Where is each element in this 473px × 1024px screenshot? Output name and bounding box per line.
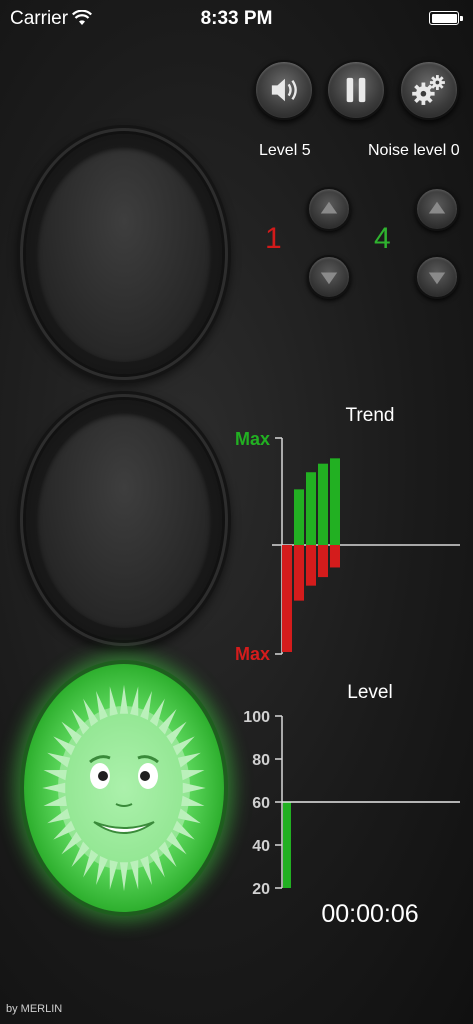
- credit-label: by MERLIN: [6, 1003, 63, 1015]
- trend-max-bottom-label: Max: [235, 644, 270, 664]
- level-tick-label: 80: [252, 752, 270, 769]
- trend-chart: Max Max: [235, 429, 460, 664]
- trend-positive-bar: [294, 489, 304, 545]
- arrow-down-icon: [428, 272, 446, 285]
- arrow-up-icon: [320, 201, 338, 214]
- trend-negative-bar: [294, 545, 304, 601]
- left-up-button[interactable]: [307, 187, 351, 231]
- battery-icon: [429, 11, 459, 25]
- smiley-face: [42, 684, 206, 892]
- trend-positive-bar: [318, 463, 328, 545]
- trend-positive-bar: [330, 458, 340, 545]
- noise-level-label: Noise level 0: [368, 142, 460, 159]
- trend-negative-bar: [306, 545, 316, 586]
- arrow-down-icon: [320, 272, 338, 285]
- clock: 8:33 PM: [200, 8, 273, 29]
- level-tick-label: 100: [243, 709, 270, 726]
- arrow-up-icon: [428, 201, 446, 214]
- trend-negative-bar: [330, 545, 340, 568]
- speaker-icon: [271, 78, 297, 102]
- right-counter: 4: [374, 222, 391, 255]
- level-label: Level 5: [259, 142, 311, 159]
- level-bar: [283, 802, 291, 888]
- level-tick-label: 60: [252, 795, 270, 812]
- pause-icon: [346, 77, 366, 103]
- right-up-button[interactable]: [415, 187, 459, 231]
- yellow-light: [26, 400, 222, 640]
- level-chart: 20 40 60 80 100: [243, 709, 460, 895]
- trend-negative-bar: [282, 545, 292, 652]
- level-tick-label: 40: [252, 838, 270, 855]
- gears-icon: [412, 75, 445, 105]
- red-light: [26, 134, 222, 374]
- right-down-button[interactable]: [415, 255, 459, 299]
- green-light: [24, 664, 224, 912]
- left-counter: 1: [265, 222, 282, 255]
- pause-button[interactable]: [326, 60, 386, 120]
- sound-button[interactable]: [254, 60, 314, 120]
- settings-button[interactable]: [399, 60, 459, 120]
- left-down-button[interactable]: [307, 255, 351, 299]
- battery-tip: [460, 16, 463, 21]
- status-bar: Carrier 8:33 PM: [0, 0, 473, 40]
- elapsed-timer: 00:00:06: [321, 900, 419, 928]
- trend-max-top-label: Max: [235, 429, 270, 449]
- trend-negative-bar: [318, 545, 328, 578]
- level-tick-label: 20: [252, 881, 270, 895]
- trend-positive-bar: [306, 472, 316, 545]
